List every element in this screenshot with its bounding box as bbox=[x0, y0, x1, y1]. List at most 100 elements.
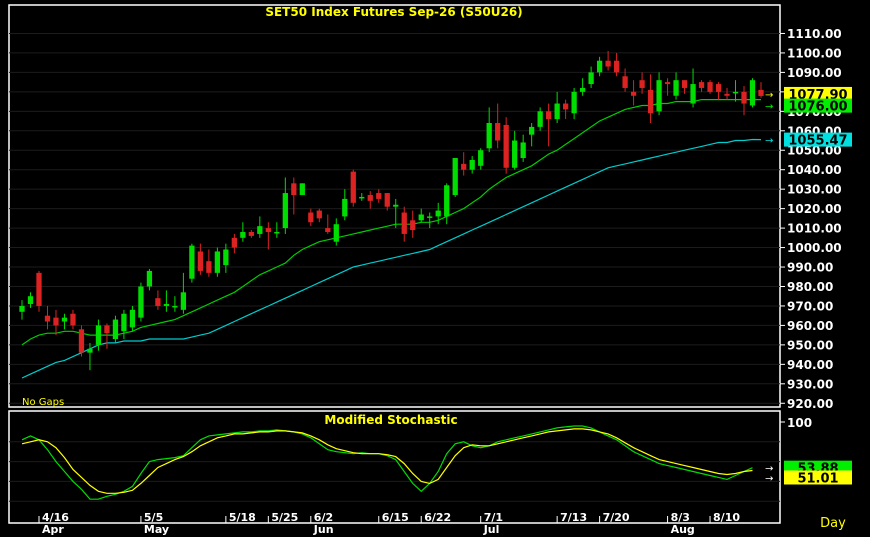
candle-body bbox=[571, 91, 577, 114]
price-tick-label: 1020.00 bbox=[787, 202, 842, 216]
price-tick-label: 1090.00 bbox=[787, 66, 842, 80]
candle bbox=[452, 158, 458, 197]
candle-body bbox=[53, 317, 59, 326]
background bbox=[0, 0, 870, 537]
candle bbox=[214, 247, 221, 277]
candle-body bbox=[274, 231, 280, 234]
candle-body bbox=[78, 329, 85, 353]
stochastic-d-badge-label: 51.01 bbox=[797, 472, 838, 487]
x-date-label: 5/18 bbox=[229, 511, 256, 524]
x-month-label: May bbox=[144, 523, 169, 536]
candle-body bbox=[138, 286, 144, 318]
candle-body bbox=[486, 122, 492, 149]
candle-body bbox=[562, 103, 569, 110]
fast-ma-badge-arrow-icon: → bbox=[765, 102, 773, 113]
candle-body bbox=[613, 60, 620, 73]
candle-body bbox=[172, 305, 178, 308]
price-tick-label: 1100.00 bbox=[787, 46, 842, 60]
price-tick-label: 990.00 bbox=[787, 261, 833, 275]
x-axis-unit-label: Day bbox=[820, 516, 846, 531]
candle bbox=[707, 80, 713, 94]
x-month-label: Jul bbox=[483, 523, 500, 536]
candle-body bbox=[410, 220, 416, 231]
candle bbox=[112, 315, 119, 343]
candle-body bbox=[647, 89, 654, 114]
candle-body bbox=[664, 82, 671, 85]
candle-body bbox=[282, 193, 288, 229]
candle-body bbox=[639, 80, 645, 88]
candle-body bbox=[333, 224, 339, 242]
candle-body bbox=[87, 348, 93, 353]
candle-body bbox=[70, 313, 76, 326]
candle-body bbox=[316, 210, 322, 219]
candle-body bbox=[61, 317, 68, 322]
slow-ma-badge-label: 1055.47 bbox=[788, 134, 847, 149]
candle-body bbox=[520, 142, 526, 159]
candle-body bbox=[673, 80, 679, 96]
candle-body bbox=[401, 212, 407, 234]
candle-body bbox=[223, 249, 229, 266]
candle-body bbox=[681, 80, 688, 88]
candle-body bbox=[257, 226, 263, 234]
price-tick-label: 940.00 bbox=[787, 358, 833, 372]
candle-body bbox=[291, 183, 297, 196]
candle-body bbox=[503, 124, 509, 168]
price-chart-title: SET50 Index Futures Sep-26 (S50U26) bbox=[265, 5, 522, 19]
candle-body bbox=[325, 228, 331, 232]
candle-body bbox=[418, 214, 424, 221]
price-tick-label: 1110.00 bbox=[787, 27, 842, 41]
price-tick-label: 1030.00 bbox=[787, 183, 842, 197]
candle-body bbox=[478, 150, 484, 166]
candle-body bbox=[495, 122, 501, 141]
candle-body bbox=[741, 91, 747, 104]
candle-body bbox=[427, 216, 433, 218]
candle-body bbox=[554, 103, 560, 120]
candle-body bbox=[248, 231, 254, 236]
slow-ma-badge-arrow-icon: → bbox=[765, 136, 773, 147]
price-tick-label: 1000.00 bbox=[787, 241, 842, 255]
candle-body bbox=[27, 296, 34, 305]
candle-body bbox=[537, 111, 543, 127]
candle-body bbox=[630, 91, 637, 96]
candle-body bbox=[512, 140, 518, 168]
candle-body bbox=[155, 298, 161, 306]
price-tick-label: 950.00 bbox=[787, 338, 833, 352]
candle-body bbox=[350, 171, 356, 203]
candle-body bbox=[707, 82, 713, 92]
candle-body bbox=[197, 251, 204, 271]
candle-body bbox=[435, 210, 441, 217]
candle-body bbox=[461, 163, 467, 170]
no-gaps-note: No Gaps bbox=[22, 397, 64, 408]
candle-body bbox=[95, 325, 102, 345]
x-date-label: 7/13 bbox=[560, 511, 587, 524]
candle bbox=[78, 325, 85, 357]
candle-body bbox=[36, 272, 42, 306]
candle-body bbox=[605, 60, 611, 67]
candle-body bbox=[469, 159, 475, 170]
candle-body bbox=[546, 111, 552, 120]
candle-body bbox=[19, 305, 25, 312]
candle-body bbox=[588, 72, 594, 85]
price-tick-label: 970.00 bbox=[787, 299, 833, 313]
candle-body bbox=[749, 80, 756, 106]
candle-body bbox=[231, 237, 237, 248]
candle-body bbox=[367, 195, 373, 201]
stochastic-d-badge-arrow-icon: → bbox=[765, 474, 773, 485]
stochastic-title: Modified Stochastic bbox=[324, 413, 457, 427]
candle-body bbox=[698, 82, 705, 88]
candle bbox=[503, 117, 509, 174]
candle-body bbox=[104, 325, 110, 334]
candle-body bbox=[359, 196, 365, 199]
candle-body bbox=[180, 292, 187, 310]
candle-body bbox=[715, 84, 722, 92]
candle-body bbox=[529, 126, 535, 135]
candle-body bbox=[299, 183, 305, 196]
candle bbox=[189, 243, 195, 283]
candle bbox=[36, 270, 42, 312]
candle-body bbox=[214, 251, 221, 273]
candle-body bbox=[732, 91, 739, 94]
candle-body bbox=[265, 228, 271, 232]
candle-body bbox=[384, 193, 390, 207]
candle-body bbox=[206, 261, 212, 273]
candle bbox=[749, 78, 756, 108]
